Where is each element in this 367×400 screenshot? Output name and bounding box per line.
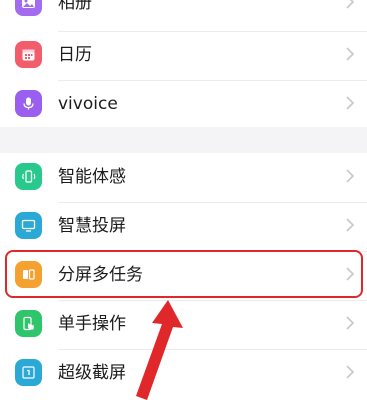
- chevron-right-icon: [346, 316, 355, 330]
- settings-item-label: 相册: [58, 0, 92, 13]
- settings-item-label: vivoice: [58, 94, 118, 114]
- calendar-icon: [15, 41, 42, 68]
- settings-item-label: 日历: [58, 45, 92, 65]
- settings-item-album[interactable]: 相册: [0, 0, 367, 28]
- screen-cast-icon: [15, 212, 42, 239]
- microphone-icon: [15, 90, 42, 117]
- album-icon: [15, 0, 42, 16]
- chevron-right-icon: [346, 47, 355, 61]
- settings-item-label: 超级截屏: [58, 363, 126, 383]
- split-screen-icon: [15, 261, 42, 288]
- chevron-right-icon: [346, 365, 355, 379]
- chevron-right-icon: [346, 267, 355, 281]
- settings-item-screen-cast[interactable]: 智慧投屏: [0, 203, 367, 251]
- settings-item-split-screen[interactable]: 分屏多任务: [0, 252, 367, 300]
- settings-item-smart-motion[interactable]: 智能体感: [0, 154, 367, 202]
- one-hand-icon: [15, 310, 42, 337]
- settings-item-label: 分屏多任务: [58, 265, 143, 285]
- super-screenshot-icon: [15, 359, 42, 386]
- smart-motion-icon: [15, 163, 42, 190]
- chevron-right-icon: [346, 0, 355, 9]
- settings-item-calendar[interactable]: 日历: [0, 32, 367, 80]
- settings-item-vivoice[interactable]: vivoice: [0, 81, 367, 129]
- chevron-right-icon: [346, 218, 355, 232]
- settings-item-label: 单手操作: [58, 314, 126, 334]
- chevron-right-icon: [346, 96, 355, 110]
- annotation-arrow-icon: [136, 300, 183, 400]
- settings-item-label: 智能体感: [58, 167, 126, 187]
- settings-group-top: 相册 日历 vivoice: [0, 0, 367, 127]
- chevron-right-icon: [346, 169, 355, 183]
- settings-item-label: 智慧投屏: [58, 216, 126, 236]
